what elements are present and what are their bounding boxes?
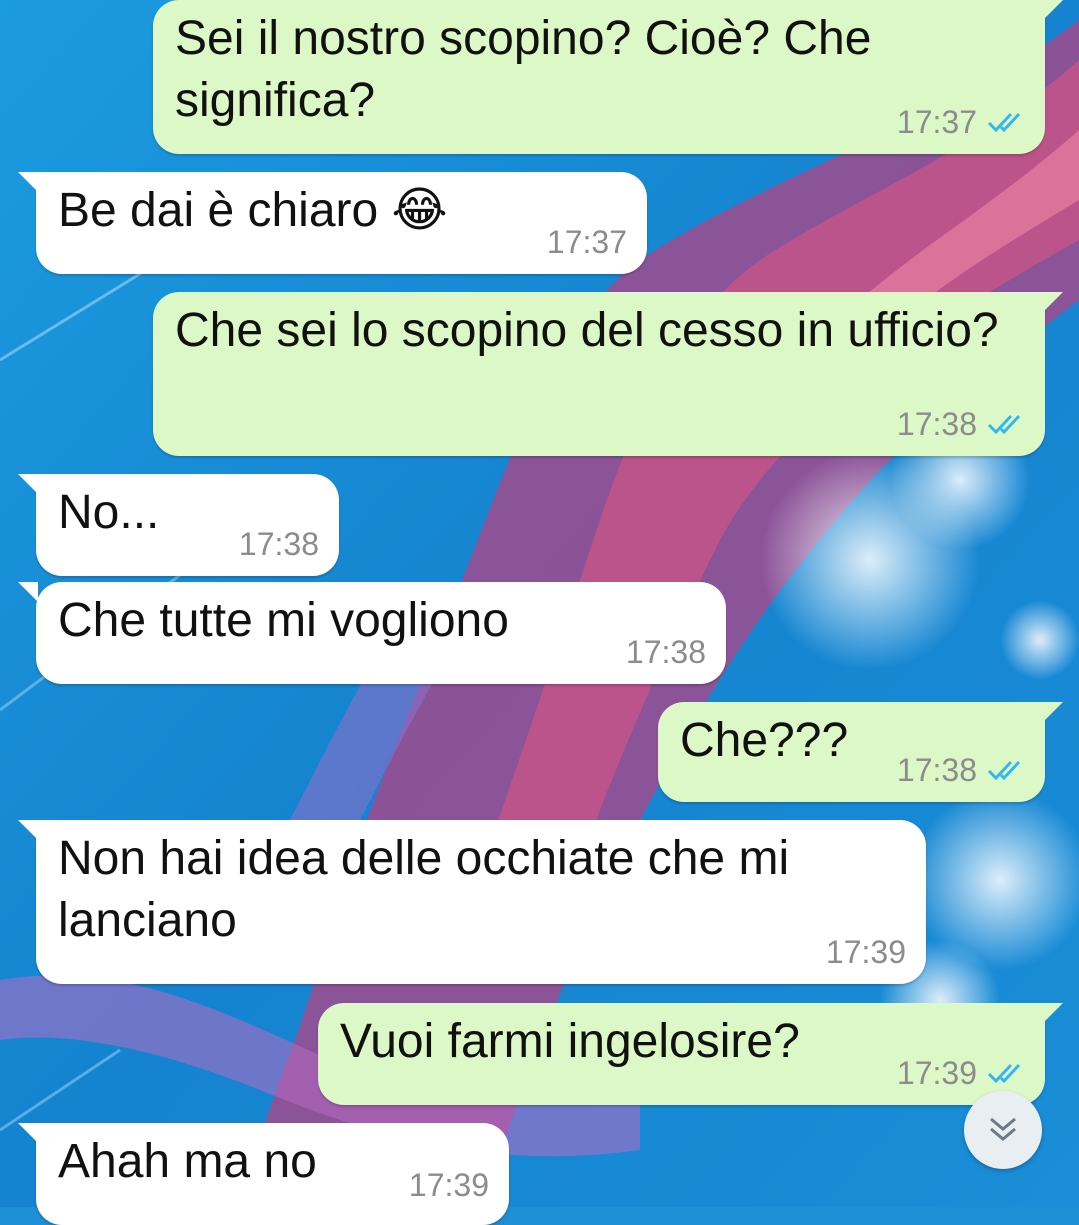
message-bubble-incoming[interactable]: Be dai è chiaro 😂 17:37 bbox=[18, 172, 647, 274]
message-bubble-incoming[interactable]: Non hai idea delle occhiate che mi lanci… bbox=[18, 820, 926, 984]
message-text: Non hai idea delle occhiate che mi lanci… bbox=[58, 832, 790, 947]
message-meta: 17:37 bbox=[547, 224, 627, 260]
message-meta: 17:39 bbox=[409, 1167, 489, 1203]
message-text: Sei il nostro scopino? Cioè? Che signifi… bbox=[175, 12, 872, 127]
message-meta: 17:38 bbox=[897, 752, 1027, 788]
message-meta: 17:38 bbox=[897, 406, 1027, 442]
message-meta: 17:39 bbox=[826, 934, 906, 970]
message-time: 17:38 bbox=[625, 634, 706, 670]
message-time: 17:38 bbox=[896, 406, 977, 442]
message-bubble-outgoing[interactable]: Che??? 17:38 bbox=[658, 702, 1063, 802]
message-meta: 17:37 bbox=[897, 104, 1027, 140]
message-time: 17:37 bbox=[896, 104, 977, 140]
message-time: 17:39 bbox=[408, 1167, 489, 1203]
message-meta: 17:38 bbox=[239, 526, 319, 562]
double-chevron-down-icon bbox=[990, 1117, 1016, 1141]
message-bubble-incoming[interactable]: Che tutte mi vogliono 17:38 bbox=[18, 582, 726, 684]
double-check-icon bbox=[987, 414, 1021, 435]
double-check-icon bbox=[987, 1063, 1021, 1084]
message-bubble-outgoing[interactable]: Vuoi farmi ingelosire? 17:39 bbox=[318, 1003, 1063, 1105]
message-time: 17:39 bbox=[896, 1055, 977, 1091]
message-text: Be dai è chiaro 😂 bbox=[58, 184, 448, 237]
scroll-to-bottom-button[interactable] bbox=[964, 1091, 1042, 1169]
message-meta: 17:38 bbox=[626, 634, 706, 670]
double-check-icon bbox=[987, 760, 1021, 781]
message-text: Che sei lo scopino del cesso in ufficio? bbox=[175, 304, 999, 357]
message-bubble-outgoing[interactable]: Che sei lo scopino del cesso in ufficio?… bbox=[153, 292, 1063, 456]
message-bubble-incoming[interactable]: Ahah ma no 17:39 bbox=[18, 1123, 509, 1225]
message-text: Che tutte mi vogliono bbox=[58, 594, 509, 647]
message-bubble-outgoing[interactable]: Sei il nostro scopino? Cioè? Che signifi… bbox=[153, 0, 1063, 154]
message-time: 17:38 bbox=[896, 752, 977, 788]
message-time: 17:38 bbox=[238, 526, 319, 562]
message-time: 17:39 bbox=[825, 934, 906, 970]
message-bubble-incoming[interactable]: No... 17:38 bbox=[18, 474, 339, 576]
double-check-icon bbox=[987, 112, 1021, 133]
message-time: 17:37 bbox=[546, 224, 627, 260]
message-meta: 17:39 bbox=[897, 1055, 1027, 1091]
